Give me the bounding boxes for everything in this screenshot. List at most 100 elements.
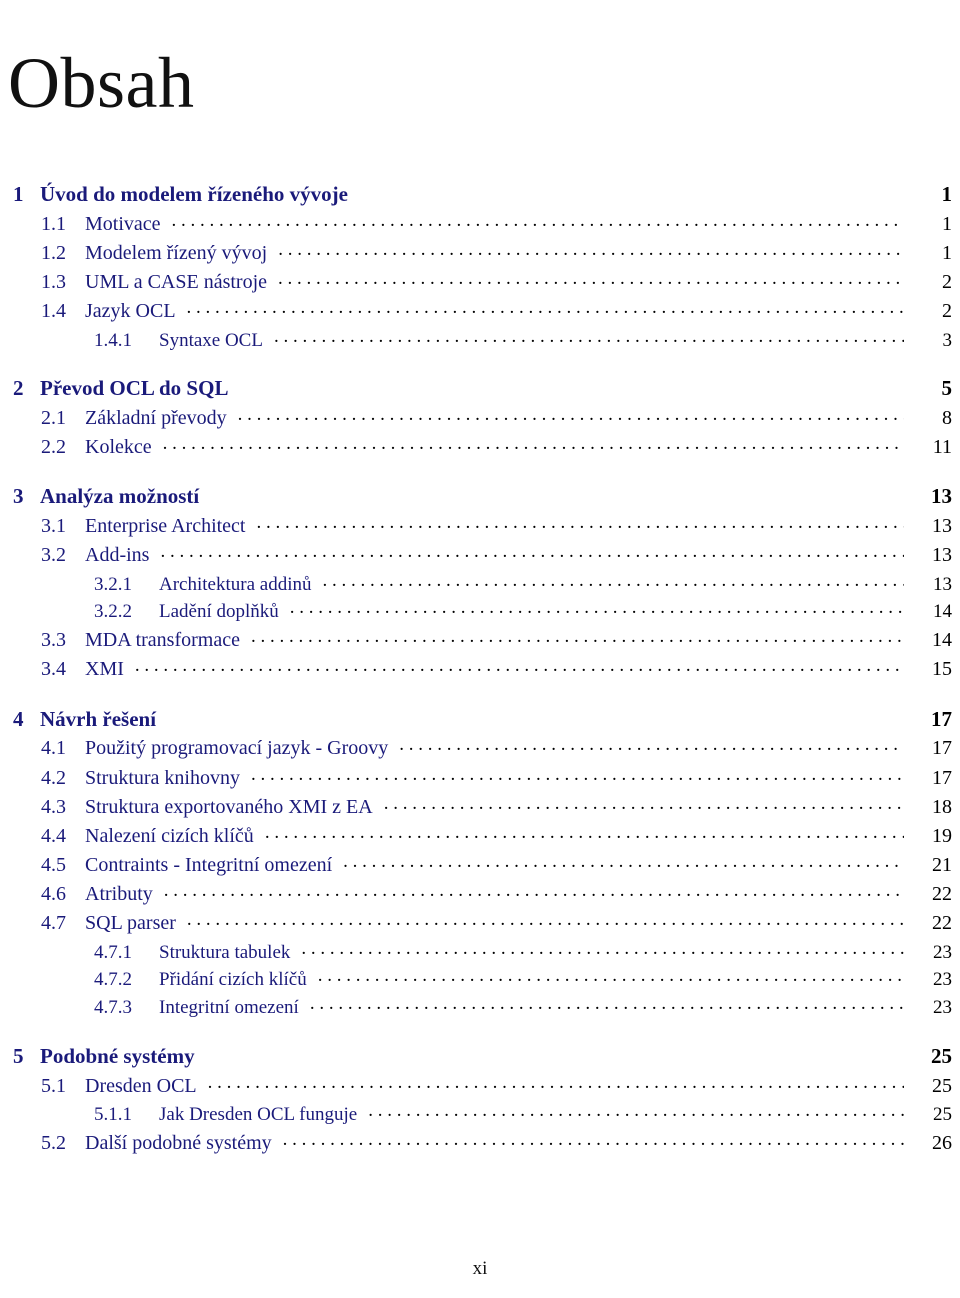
toc-dot-leader xyxy=(187,909,904,929)
toc-entry-number: 5.2 xyxy=(41,1131,66,1154)
toc-entry-number: 3.1 xyxy=(41,515,66,538)
toc-entry-number: 4.3 xyxy=(41,795,66,818)
toc-entry-title: XMI xyxy=(85,658,124,681)
toc-entry-section[interactable]: 3.1 Enterprise Architect 13 xyxy=(0,512,960,541)
toc-entry-number: 4.4 xyxy=(41,824,66,847)
toc-dot-leader xyxy=(310,994,904,1013)
toc-entry-section[interactable]: 1.4 Jazyk OCL 2 xyxy=(0,297,960,326)
toc-entry-title: Dresden OCL xyxy=(85,1074,197,1097)
toc-entry-page-number: 17 xyxy=(932,766,952,789)
toc-entry-subsection[interactable]: 5.1.1 Jak Dresden OCL funguje 25 xyxy=(0,1101,960,1129)
toc-entry-subsection[interactable]: 3.2.2 Ladění doplňků 14 xyxy=(0,598,960,626)
toc-entry-section[interactable]: 1.2 Modelem řízený vývoj 1 xyxy=(0,239,960,268)
toc-entry-title: Přidání cizích klíčů xyxy=(159,969,307,991)
toc-entry-number: 4.2 xyxy=(41,766,66,789)
toc-dot-leader xyxy=(265,822,904,842)
toc-entry-subsection[interactable]: 3.2.1 Architektura addinů 13 xyxy=(0,571,960,599)
toc-entry-page-number: 23 xyxy=(933,941,952,963)
toc-dot-leader xyxy=(172,210,904,230)
toc-entry-title: Jak Dresden OCL funguje xyxy=(159,1103,358,1125)
toc-entry-subsection[interactable]: 1.4.1 Syntaxe OCL 3 xyxy=(0,327,960,355)
toc-entry-page-number: 15 xyxy=(932,658,952,681)
toc-entry-number: 4.5 xyxy=(41,854,66,877)
toc-entry-section[interactable]: 4.6 Atributy 22 xyxy=(0,880,960,909)
toc-entry-page-number: 14 xyxy=(932,629,952,652)
page-title: Obsah xyxy=(8,43,195,124)
toc-entry-section[interactable]: 1.1 Motivace 1 xyxy=(0,210,960,239)
toc-entry-number: 3.3 xyxy=(41,629,66,652)
toc-entry-page-number: 5 xyxy=(941,376,953,401)
toc-entry-section[interactable]: 4.7 SQL parser 22 xyxy=(0,909,960,938)
toc-entry-page-number: 1 xyxy=(942,242,952,264)
toc-dot-leader xyxy=(164,880,904,900)
toc-entry-title: Enterprise Architect xyxy=(85,515,246,538)
toc-dot-leader xyxy=(238,404,904,424)
toc-entry-number: 3.2 xyxy=(41,544,66,567)
toc-entry-title: Syntaxe OCL xyxy=(159,329,263,351)
toc-entry-title: Návrh řešení xyxy=(40,706,157,731)
toc-dot-leader xyxy=(283,1129,904,1149)
toc-entry-number: 5 xyxy=(13,1043,24,1068)
toc-entry-title: Podobné systémy xyxy=(40,1043,195,1068)
toc-entry-title: Motivace xyxy=(85,212,161,235)
toc-dot-leader xyxy=(160,541,904,561)
toc-entry-section[interactable]: 3.2 Add-ins 13 xyxy=(0,541,960,570)
toc-entry-section[interactable]: 4.4 Nalezení cizích klíčů 19 xyxy=(0,822,960,851)
toc-entry-page-number: 17 xyxy=(932,737,952,760)
toc-entry-number: 5.1.1 xyxy=(94,1103,132,1125)
toc-entry-page-number: 25 xyxy=(931,1043,952,1068)
toc-entry-chapter[interactable]: 1 Úvod do modelem řízeného vývoje 1 xyxy=(0,160,960,210)
toc-entry-number: 5.1 xyxy=(41,1074,66,1097)
toc-entry-title: Struktura exportovaného XMI z EA xyxy=(85,795,373,818)
toc-entry-number: 1.1 xyxy=(41,212,66,235)
toc-dot-leader xyxy=(208,1072,904,1092)
toc-entry-page-number: 18 xyxy=(932,795,952,818)
toc-entry-title: Architektura addinů xyxy=(159,573,312,595)
toc-dot-leader xyxy=(163,433,904,453)
toc-entry-title: Struktura tabulek xyxy=(159,941,291,963)
toc-entry-title: Kolekce xyxy=(85,436,152,459)
toc-entry-chapter[interactable]: 3 Analýza možností 13 xyxy=(0,462,960,512)
toc-entry-page-number: 19 xyxy=(932,824,952,847)
toc-entry-section[interactable]: 2.1 Základní převody 8 xyxy=(0,404,960,433)
toc-entry-number: 2.2 xyxy=(41,436,66,459)
toc-dot-leader xyxy=(290,598,904,617)
toc-entry-section[interactable]: 4.2 Struktura knihovny 17 xyxy=(0,764,960,793)
toc-entry-chapter[interactable]: 5 Podobné systémy 25 xyxy=(0,1022,960,1072)
toc-entry-section[interactable]: 4.3 Struktura exportovaného XMI z EA 18 xyxy=(0,793,960,822)
toc-entry-section[interactable]: 3.3 MDA transformace 14 xyxy=(0,626,960,655)
toc-entry-page-number: 17 xyxy=(931,706,952,731)
toc-entry-number: 3.4 xyxy=(41,658,66,681)
toc-entry-page-number: 26 xyxy=(932,1131,952,1154)
toc-dot-leader xyxy=(368,1101,904,1120)
toc-entry-section[interactable]: 5.1 Dresden OCL 25 xyxy=(0,1072,960,1101)
toc-entry-subsection[interactable]: 4.7.1 Struktura tabulek 23 xyxy=(0,939,960,967)
toc-entry-number: 3 xyxy=(13,484,24,509)
toc-entry-chapter[interactable]: 4 Návrh řešení 17 xyxy=(0,685,960,735)
toc-entry-section[interactable]: 3.4 XMI 15 xyxy=(0,655,960,684)
toc-entry-number: 4.7.2 xyxy=(94,969,132,991)
toc-entry-section[interactable]: 1.3 UML a CASE nástroje 2 xyxy=(0,268,960,297)
toc-entry-subsection[interactable]: 4.7.2 Přidání cizích klíčů 23 xyxy=(0,966,960,994)
toc-dot-leader xyxy=(274,327,904,346)
toc-dot-leader xyxy=(301,939,904,958)
toc-entry-section[interactable]: 4.1 Použitý programovací jazyk - Groovy 17 xyxy=(0,734,960,763)
toc-entry-section[interactable]: 2.2 Kolekce 11 xyxy=(0,433,960,462)
toc-entry-number: 1.2 xyxy=(41,242,66,264)
toc-entry-chapter[interactable]: 2 Převod OCL do SQL 5 xyxy=(0,354,960,404)
toc-entry-section[interactable]: 4.5 Contraints - Integritní omezení 21 xyxy=(0,851,960,880)
toc-dot-leader xyxy=(257,512,905,532)
toc-entry-page-number: 14 xyxy=(933,601,952,623)
toc-entry-title: UML a CASE nástroje xyxy=(85,271,268,294)
toc-entry-section[interactable]: 5.2 Další podobné systémy 26 xyxy=(0,1129,960,1158)
toc-entry-title: Další podobné systémy xyxy=(85,1131,272,1154)
toc-entry-title: Ladění doplňků xyxy=(159,601,279,623)
toc-entry-number: 4.6 xyxy=(41,883,66,906)
toc-entry-number: 4.7 xyxy=(41,912,66,935)
toc-entry-number: 4.7.3 xyxy=(94,997,132,1019)
toc-entry-subsection[interactable]: 4.7.3 Integritní omezení 23 xyxy=(0,994,960,1022)
toc-entry-title: Použitý programovací jazyk - Groovy xyxy=(85,737,389,760)
toc-list: 1 Úvod do modelem řízeného vývoje 1 1.1 Moti… xyxy=(0,160,960,1158)
toc-dot-leader xyxy=(251,626,904,646)
toc-entry-number: 4.1 xyxy=(41,737,66,760)
